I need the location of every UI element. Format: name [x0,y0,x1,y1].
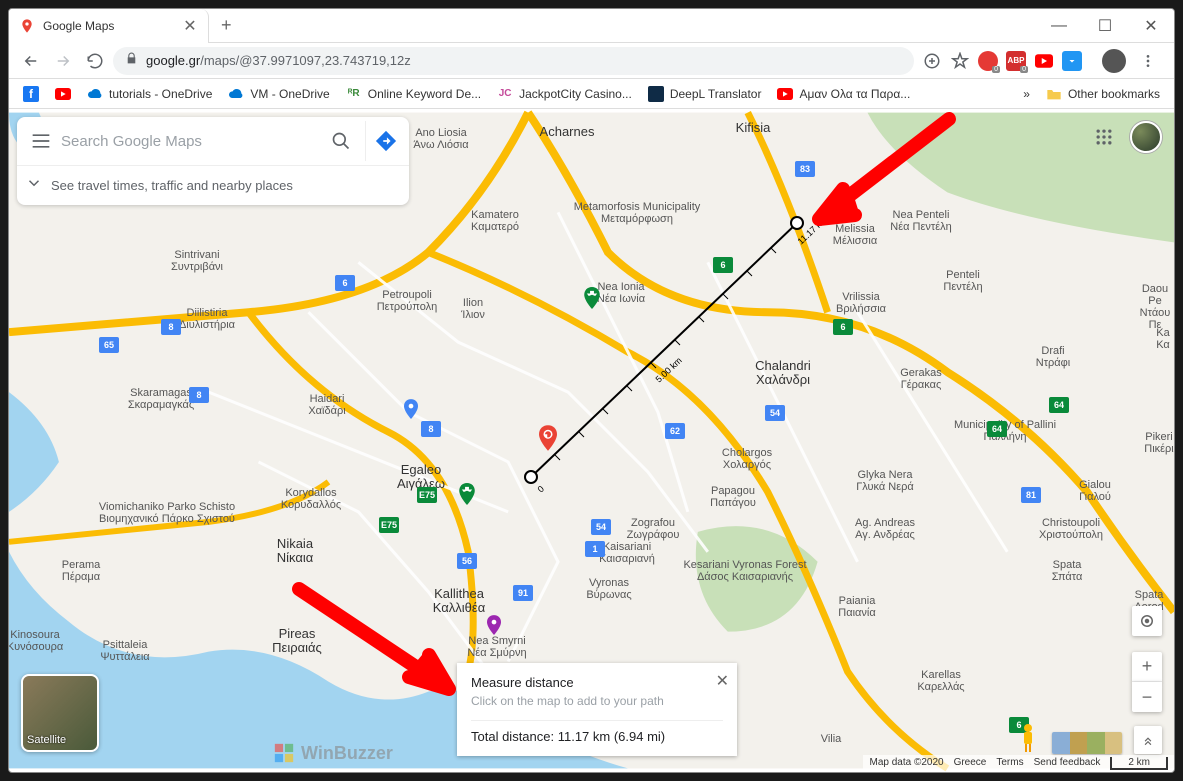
lock-icon [125,52,138,70]
profile-avatar[interactable] [1102,49,1126,73]
expand-panel-button[interactable] [1134,726,1162,754]
new-tab-button[interactable]: + [209,15,244,36]
menu-button[interactable] [1134,47,1162,75]
search-input[interactable] [61,133,321,150]
ext-youtube[interactable] [1034,51,1054,71]
url-text: google.gr/maps/@37.9971097,23.743719,12z [146,53,411,68]
bottom-right-controls [1016,722,1162,754]
terms-link[interactable]: Terms [996,757,1023,770]
zoom-controls: + − [1132,606,1162,712]
satellite-toggle[interactable]: Satellite [21,674,99,752]
browser-tab[interactable]: Google Maps ✕ [9,9,209,43]
directions-button[interactable] [365,121,405,161]
ext-ublock[interactable]: 0 [978,51,998,71]
close-icon[interactable]: ✕ [716,671,729,691]
star-icon[interactable] [950,51,970,71]
apps-grid-icon[interactable] [1094,127,1114,147]
measure-subtitle: Click on the map to add to your path [471,694,723,708]
titlebar: Google Maps ✕ + — ☐ ✕ [9,9,1174,43]
maximize-button[interactable]: ☐ [1082,9,1128,43]
bookmark-onedrive-tutorials[interactable]: tutorials - OneDrive [81,82,218,106]
bookmark-jackpot[interactable]: JCJackpotCity Casino... [491,82,638,106]
search-panel: See travel times, traffic and nearby pla… [17,117,409,205]
pegman-icon[interactable] [1016,722,1040,754]
bookmarks-overflow[interactable]: » [1017,83,1036,105]
region-link[interactable]: Greece [954,757,987,770]
forward-button[interactable] [49,47,77,75]
map-copyright: Map data ©2020 [869,757,943,770]
bookmark-keyword[interactable]: ᴿROnline Keyword De... [340,82,487,106]
search-help-text: See travel times, traffic and nearby pla… [51,178,293,193]
hamburger-menu[interactable] [21,121,61,161]
watermark-text: WinBuzzer [301,743,393,764]
tab-close-icon[interactable]: ✕ [182,18,198,34]
other-bookmarks[interactable]: Other bookmarks [1040,82,1166,106]
omnibox[interactable]: google.gr/maps/@37.9971097,23.743719,12z [113,47,914,75]
map-viewport[interactable]: Ano LiosiaΆνω ΛιόσιαAcharnesKifisiaSintr… [9,109,1174,772]
zoom-in-button[interactable]: + [1132,652,1162,682]
ext-adblock[interactable]: ABP0 [1006,51,1026,71]
user-avatar[interactable] [1130,121,1162,153]
tab-title: Google Maps [43,19,174,33]
reload-button[interactable] [81,47,109,75]
browser-window: Google Maps ✕ + — ☐ ✕ google.gr/maps/@37… [8,8,1175,773]
bookmark-youtube[interactable] [49,82,77,106]
bookmark-facebook[interactable]: f [17,82,45,106]
imagery-strip[interactable] [1052,732,1122,754]
measure-distance-card: ✕ Measure distance Click on the map to a… [457,663,737,756]
extension-icons: 0 ABP0 [918,47,1166,75]
zoom-out-button[interactable]: − [1132,682,1162,712]
top-right-controls [1094,121,1162,153]
watermark: WinBuzzer [273,742,393,764]
back-button[interactable] [17,47,45,75]
bookmark-deepl[interactable]: DeepL Translator [642,82,768,106]
ext-download[interactable] [1062,51,1082,71]
window-controls: — ☐ ✕ [1036,9,1174,43]
measure-title: Measure distance [471,675,723,690]
measure-total: Total distance: 11.17 km (6.94 mi) [471,720,723,744]
satellite-label: Satellite [27,734,66,746]
close-button[interactable]: ✕ [1128,9,1174,43]
bookmark-onedrive-vm[interactable]: VM - OneDrive [222,82,335,106]
attribution-bar: Map data ©2020 Greece Terms Send feedbac… [863,755,1174,772]
minimize-button[interactable]: — [1036,9,1082,43]
install-icon[interactable] [922,51,942,71]
search-icon[interactable] [321,121,361,161]
chevron-down-icon [25,174,43,197]
search-expand[interactable]: See travel times, traffic and nearby pla… [17,165,409,205]
my-location-button[interactable] [1132,606,1162,636]
bookmark-greek[interactable]: Αμαν Ολα τα Παρα... [771,82,916,106]
bookmarks-bar: f tutorials - OneDrive VM - OneDrive ᴿRO… [9,79,1174,109]
gmaps-favicon [19,18,35,34]
scale-text: 2 km [1110,757,1168,770]
address-bar: google.gr/maps/@37.9971097,23.743719,12z… [9,43,1174,79]
feedback-link[interactable]: Send feedback [1034,757,1101,770]
